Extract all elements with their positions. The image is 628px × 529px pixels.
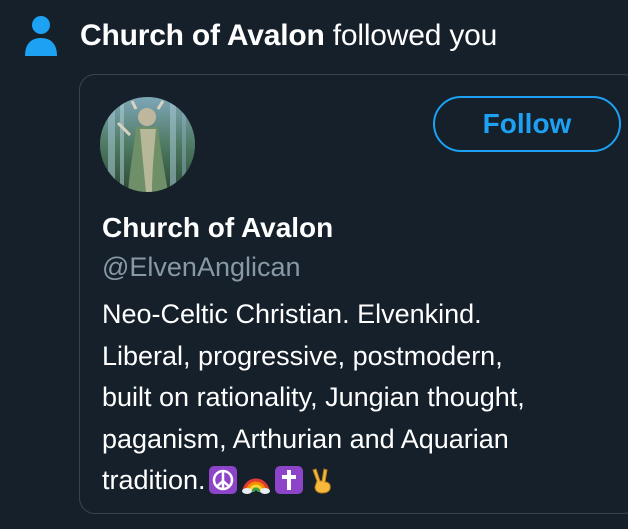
- avatar[interactable]: [100, 97, 195, 192]
- notification-item[interactable]: Church of Avalon followed you Follow Chu…: [0, 0, 628, 529]
- peace-symbol-emoji: [208, 466, 237, 494]
- latin-cross-emoji: [274, 466, 303, 494]
- rainbow-emoji: [241, 466, 270, 494]
- bio-line: paganism, Arthurian and Aquarian: [102, 423, 509, 454]
- victory-hand-emoji: [308, 466, 336, 494]
- bio-line-last: tradition.: [102, 460, 622, 502]
- notification-header: Church of Avalon followed you: [24, 14, 497, 58]
- person-icon: [25, 16, 57, 56]
- follow-button[interactable]: Follow: [433, 96, 621, 152]
- profile-display-name[interactable]: Church of Avalon: [102, 208, 333, 248]
- profile-bio: Neo-Celtic Christian. Elvenkind. Liberal…: [102, 294, 622, 502]
- bio-line: built on rationality, Jungian thought,: [102, 382, 525, 412]
- avatar-image: [100, 97, 195, 192]
- notification-text: Church of Avalon followed you: [80, 16, 497, 56]
- bio-line-text: tradition.: [102, 465, 206, 495]
- profile-handle[interactable]: @ElvenAnglican: [102, 248, 301, 286]
- bio-line: Liberal, progressive, postmodern,: [102, 340, 503, 371]
- bio-line: Neo-Celtic Christian. Elvenkind.: [102, 299, 482, 329]
- bio-emoji-row: [208, 466, 341, 494]
- notification-action: followed you: [324, 19, 498, 52]
- notification-actor-name[interactable]: Church of Avalon: [80, 19, 325, 52]
